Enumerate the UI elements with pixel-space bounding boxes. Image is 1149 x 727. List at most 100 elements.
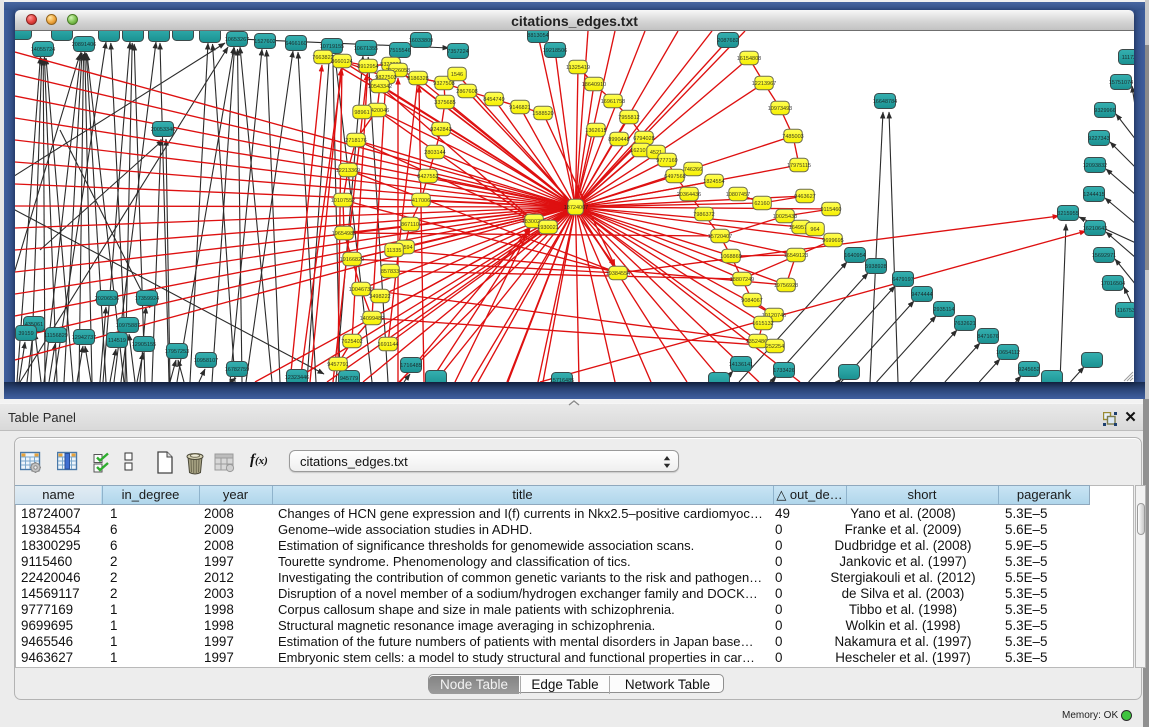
svg-text:14136141: 14136141 <box>729 362 753 368</box>
svg-text:18640910: 18640910 <box>582 82 606 88</box>
svg-text:945779: 945779 <box>340 376 358 382</box>
svg-text:18807249: 18807249 <box>730 277 754 283</box>
svg-text:9115460: 9115460 <box>820 207 841 213</box>
svg-text:867110: 867110 <box>401 222 419 228</box>
svg-text:20053346: 20053346 <box>151 127 175 133</box>
svg-text:1824554: 1824554 <box>703 179 724 185</box>
svg-text:2935114: 2935114 <box>933 307 954 313</box>
svg-text:12323446: 12323446 <box>285 375 309 381</box>
svg-text:746266: 746266 <box>684 167 702 173</box>
svg-text:10107552: 10107552 <box>331 198 355 204</box>
svg-text:9084067: 9084067 <box>741 298 762 304</box>
svg-text:10807457: 10807457 <box>726 192 750 198</box>
svg-text:17975115: 17975115 <box>787 163 811 169</box>
svg-text:12942737: 12942737 <box>72 335 96 341</box>
svg-text:114519: 114519 <box>108 338 126 344</box>
svg-text:2718176: 2718176 <box>345 138 366 144</box>
svg-text:9463627: 9463627 <box>794 194 815 200</box>
svg-text:7625402: 7625402 <box>341 339 362 345</box>
svg-text:15751074: 15751074 <box>1109 80 1133 86</box>
svg-text:10671355: 10671355 <box>354 46 378 52</box>
svg-text:8813054: 8813054 <box>527 33 548 39</box>
svg-text:9457791: 9457791 <box>327 362 348 368</box>
svg-text:12213369: 12213369 <box>336 168 360 174</box>
svg-text:15692971: 15692971 <box>1092 253 1116 259</box>
svg-text:7515546: 7515546 <box>389 48 410 54</box>
svg-text:8454749: 8454749 <box>483 97 504 103</box>
svg-text:10653267: 10653267 <box>225 37 249 43</box>
svg-text:19756928: 19756928 <box>774 283 798 289</box>
svg-text:9777169: 9777169 <box>656 158 677 164</box>
svg-text:17957253: 17957253 <box>165 349 189 355</box>
svg-text:8912954: 8912954 <box>357 64 378 70</box>
svg-text:12093832: 12093832 <box>1083 163 1107 169</box>
svg-text:12213967: 12213967 <box>752 81 776 87</box>
svg-text:7955812: 7955812 <box>618 115 639 121</box>
svg-text:9245652: 9245652 <box>1018 367 1039 373</box>
svg-text:1068869: 1068869 <box>720 254 741 260</box>
svg-text:11335: 11335 <box>387 248 402 254</box>
svg-text:20364436: 20364436 <box>677 192 701 198</box>
svg-text:7357224: 7357224 <box>447 49 468 55</box>
svg-text:9146821: 9146821 <box>509 105 530 111</box>
svg-text:6479197: 6479197 <box>892 277 913 283</box>
svg-text:19166829: 19166829 <box>340 257 364 263</box>
svg-text:3375685: 3375685 <box>434 100 455 106</box>
svg-text:1244415: 1244415 <box>1083 192 1104 198</box>
svg-text:11172: 11172 <box>1122 55 1134 61</box>
svg-text:18724007: 18724007 <box>564 205 588 211</box>
svg-text:1733426: 1733426 <box>773 368 794 374</box>
svg-text:16961758: 16961758 <box>601 99 625 105</box>
svg-text:15720407: 15720407 <box>708 234 732 240</box>
svg-text:8186328: 8186328 <box>407 76 428 82</box>
svg-text:6466160: 6466160 <box>285 41 306 47</box>
svg-text:1930021: 1930021 <box>537 225 558 231</box>
svg-text:16210643: 16210643 <box>1083 226 1107 232</box>
svg-text:10046738: 10046738 <box>349 287 373 293</box>
svg-text:16154808: 16154808 <box>737 56 761 62</box>
svg-text:1615132: 1615132 <box>752 321 773 327</box>
svg-text:10543342: 10543342 <box>368 84 392 90</box>
svg-text:16549123: 16549123 <box>784 253 808 259</box>
svg-text:9474444: 9474444 <box>911 292 932 298</box>
svg-text:15716485: 15716485 <box>550 378 574 382</box>
svg-text:9329966: 9329966 <box>1094 108 1115 114</box>
svg-text:1527602: 1527602 <box>254 39 275 45</box>
svg-text:7632621: 7632621 <box>954 321 975 327</box>
svg-text:8990448: 8990448 <box>608 137 629 143</box>
svg-text:10654112: 10654112 <box>996 350 1020 356</box>
svg-text:9327508: 9327508 <box>433 81 454 87</box>
svg-text:417006: 417006 <box>412 198 430 204</box>
svg-text:39159: 39159 <box>18 331 33 337</box>
svg-text:14055724: 14055724 <box>31 47 55 53</box>
svg-text:9699695: 9699695 <box>822 238 843 244</box>
svg-text:5938928: 5938928 <box>865 264 886 270</box>
svg-text:8660124: 8660124 <box>331 59 352 65</box>
svg-text:8427552: 8427552 <box>417 174 438 180</box>
svg-text:10975887: 10975887 <box>116 323 140 329</box>
svg-text:19218506: 19218506 <box>543 48 567 54</box>
svg-text:1588520: 1588520 <box>532 111 553 117</box>
svg-text:1691144: 1691144 <box>377 342 398 348</box>
svg-text:2803144: 2803144 <box>424 150 445 156</box>
svg-text:12905155: 12905155 <box>132 342 156 348</box>
svg-text:98961: 98961 <box>354 110 369 116</box>
svg-text:964: 964 <box>810 227 819 233</box>
svg-text:16648784: 16648784 <box>873 99 897 105</box>
svg-text:2087682: 2087682 <box>717 38 738 44</box>
svg-text:6794028: 6794028 <box>633 136 654 142</box>
svg-text:11156829: 11156829 <box>44 333 68 339</box>
svg-text:19654985: 19654985 <box>332 231 356 237</box>
svg-text:20891406: 20891406 <box>72 42 96 48</box>
svg-text:19384554: 19384554 <box>606 271 630 277</box>
svg-text:62160: 62160 <box>754 201 769 207</box>
svg-text:1362615: 1362615 <box>585 128 606 134</box>
svg-text:17016504: 17016504 <box>1101 281 1125 287</box>
svg-text:10025438: 10025438 <box>773 214 797 220</box>
svg-text:14099489: 14099489 <box>360 316 384 322</box>
svg-text:10958107: 10958107 <box>194 358 218 364</box>
svg-text:20206536: 20206536 <box>95 296 119 302</box>
svg-text:11325419: 11325419 <box>566 65 590 71</box>
svg-text:1640954: 1640954 <box>844 253 865 259</box>
svg-text:17359924: 17359924 <box>135 296 159 302</box>
